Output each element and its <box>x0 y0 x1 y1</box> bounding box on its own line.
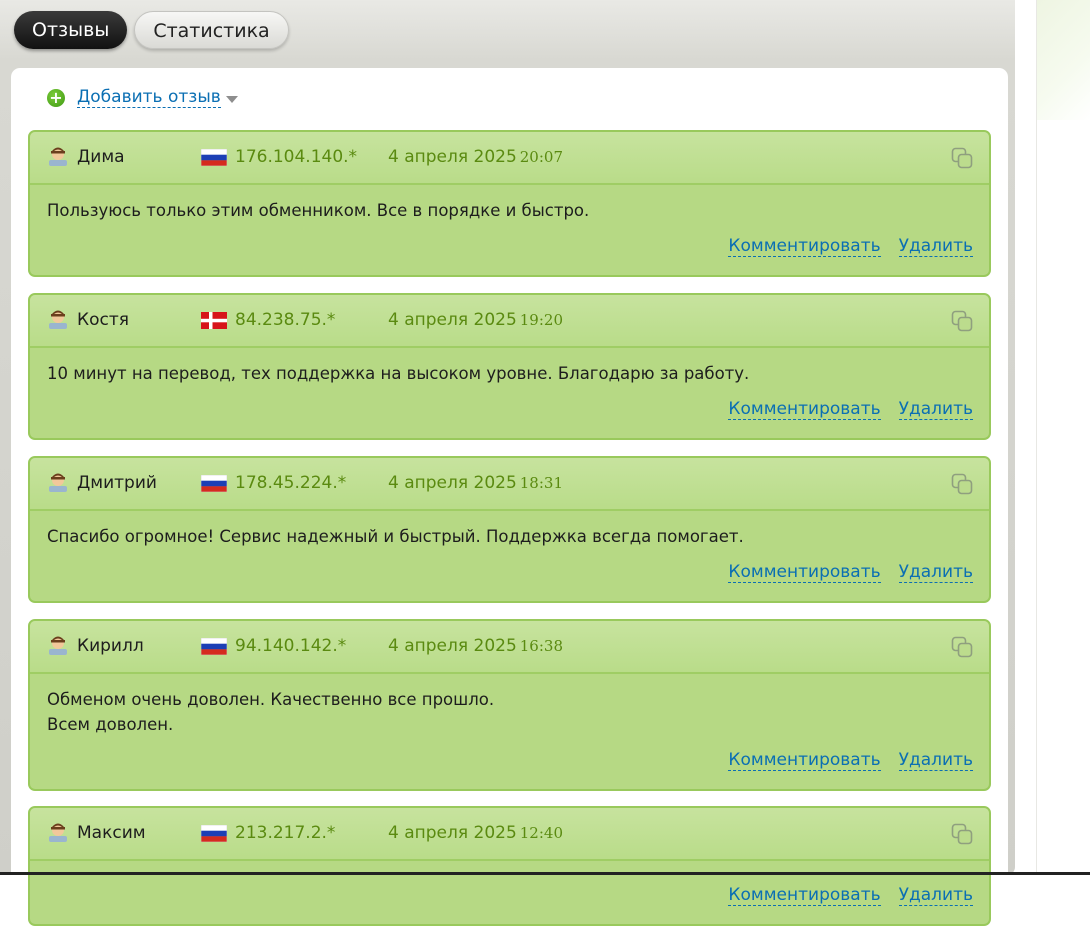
review-text: Спасибо огромное! Сервис надежный и быст… <box>30 511 989 549</box>
delete-link[interactable]: Удалить <box>898 562 973 583</box>
review-actions: Комментировать Удалить <box>728 750 973 771</box>
right-divider <box>1036 0 1037 875</box>
review-header: Костя 84.238.75.* 4 апреля 2025 19:20 <box>30 295 989 348</box>
review-date: 4 апреля 2025 20:07 <box>388 147 563 167</box>
review-date: 4 апреля 2025 19:20 <box>388 310 563 330</box>
copy-icon[interactable] <box>950 146 974 170</box>
review-card: Кирилл 94.140.142.* 4 апреля 2025 16:38 О… <box>28 619 991 791</box>
caret-down-icon[interactable] <box>225 95 238 103</box>
review-text-line: Всем доволен. <box>47 715 174 734</box>
review-text-line: Обменом очень доволен. Качественно все п… <box>47 690 495 709</box>
review-time: 18:31 <box>519 474 563 492</box>
country-flag-icon <box>201 149 227 166</box>
user-icon <box>49 473 67 492</box>
review-header: Максим 213.217.2.* 4 апреля 2025 12:40 <box>30 808 989 861</box>
reviewer-ip: 176.104.140.* <box>235 147 358 167</box>
country-flag-icon <box>201 638 227 655</box>
tab-reviews[interactable]: Отзывы <box>14 11 128 49</box>
user-icon <box>49 636 67 655</box>
review-actions: Комментировать Удалить <box>728 885 973 906</box>
user-icon <box>49 823 67 842</box>
review-header: Кирилл 94.140.142.* 4 апреля 2025 16:38 <box>30 621 989 674</box>
review-card: Костя 84.238.75.* 4 апреля 2025 19:20 10 … <box>28 293 991 440</box>
delete-link[interactable]: Удалить <box>898 750 973 771</box>
country-flag-icon <box>201 475 227 492</box>
review-actions: Комментировать Удалить <box>728 236 973 257</box>
delete-link[interactable]: Удалить <box>898 399 973 420</box>
review-actions: Комментировать Удалить <box>728 399 973 420</box>
reviewer-ip: 94.140.142.* <box>235 636 347 656</box>
review-text: 10 минут на перевод, тех поддержка на вы… <box>30 348 989 386</box>
user-icon <box>49 310 67 329</box>
reviewer-name: Кирилл <box>77 636 144 656</box>
review-header: Дима 176.104.140.* 4 апреля 2025 20:07 <box>30 132 989 185</box>
user-icon <box>49 147 67 166</box>
comment-link[interactable]: Комментировать <box>728 750 881 771</box>
copy-icon[interactable] <box>950 635 974 659</box>
country-flag-icon <box>201 825 227 842</box>
review-actions: Комментировать Удалить <box>728 562 973 583</box>
review-text-line: 10 минут на перевод, тех поддержка на вы… <box>47 364 750 383</box>
comment-link[interactable]: Комментировать <box>728 236 881 257</box>
copy-icon[interactable] <box>950 472 974 496</box>
reviewer-ip: 178.45.224.* <box>235 473 347 493</box>
copy-icon[interactable] <box>950 822 974 846</box>
review-time: 19:20 <box>519 311 563 329</box>
review-card: Максим 213.217.2.* 4 апреля 2025 12:40 Ко… <box>28 806 991 926</box>
delete-link[interactable]: Удалить <box>898 885 973 906</box>
review-text-line: Спасибо огромное! Сервис надежный и быст… <box>47 527 744 546</box>
add-review-control[interactable]: + Добавить отзыв <box>47 87 238 108</box>
plus-circle-icon[interactable]: + <box>47 88 65 107</box>
delete-link[interactable]: Удалить <box>898 236 973 257</box>
reviewer-ip: 84.238.75.* <box>235 310 336 330</box>
reviewer-name: Максим <box>77 823 146 843</box>
review-time: 20:07 <box>519 148 563 166</box>
add-review-link[interactable]: Добавить отзыв <box>77 87 221 108</box>
comment-link[interactable]: Комментировать <box>728 562 881 583</box>
review-text: Обменом очень доволен. Качественно все п… <box>30 674 989 737</box>
right-decoration <box>1037 0 1090 120</box>
tab-bar: Отзывы Статистика <box>14 11 289 49</box>
review-header: Дмитрий 178.45.224.* 4 апреля 2025 18:31 <box>30 458 989 511</box>
copy-icon[interactable] <box>950 309 974 333</box>
review-card: Дмитрий 178.45.224.* 4 апреля 2025 18:31 … <box>28 456 991 603</box>
reviewer-name: Дима <box>77 147 125 167</box>
review-date: 4 апреля 2025 16:38 <box>388 636 563 656</box>
tab-statistics[interactable]: Статистика <box>134 11 289 49</box>
review-date: 4 апреля 2025 18:31 <box>388 473 563 493</box>
review-text-line: Пользуюсь только этим обменником. Все в … <box>47 201 590 220</box>
comment-link[interactable]: Комментировать <box>728 399 881 420</box>
reviewer-name: Дмитрий <box>77 473 157 493</box>
review-text: Пользуюсь только этим обменником. Все в … <box>30 185 989 223</box>
review-card: Дима 176.104.140.* 4 апреля 2025 20:07 По… <box>28 130 991 277</box>
review-date: 4 апреля 2025 12:40 <box>388 823 563 843</box>
review-time: 12:40 <box>519 824 563 842</box>
reviewer-ip: 213.217.2.* <box>235 823 336 843</box>
reviewer-name: Костя <box>77 310 129 330</box>
country-flag-icon <box>201 312 227 329</box>
comment-link[interactable]: Комментировать <box>728 885 881 906</box>
review-time: 16:38 <box>519 637 563 655</box>
